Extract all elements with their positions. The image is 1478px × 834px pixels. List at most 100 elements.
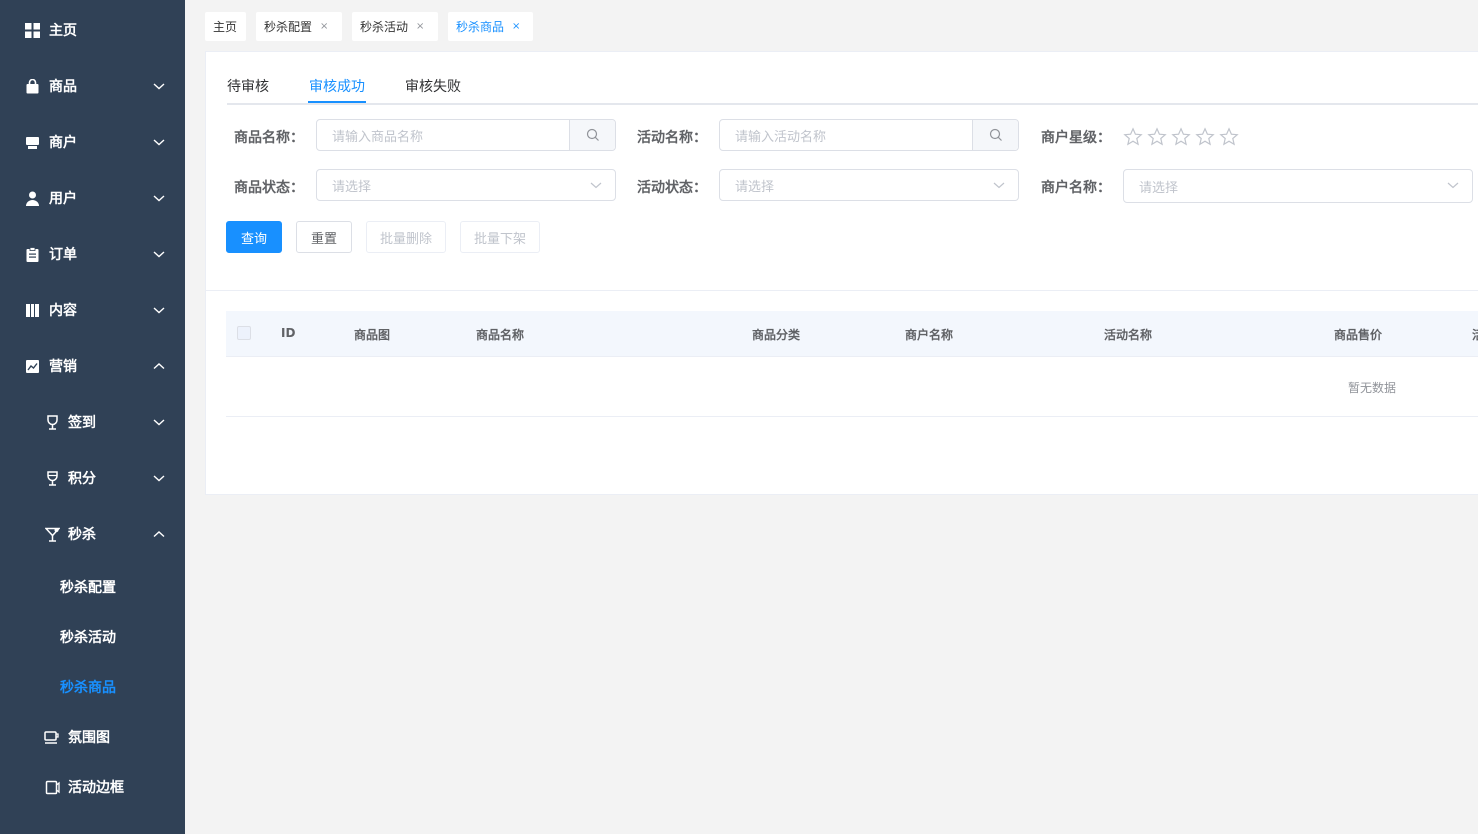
tag-label: 主页 [213,20,238,34]
sidebar-item-seckill-activity[interactable]: 秒杀活动 [0,612,185,662]
tag-seckill-activity[interactable]: 秒杀活动 × [352,12,438,41]
merchant-star-rating[interactable] [1123,127,1239,147]
sidebar-item-points[interactable]: 积分 [0,450,185,506]
chevron-up-icon [153,363,165,370]
tag-label: 秒杀活动 [360,20,409,34]
chevron-down-icon [590,182,602,189]
sidebar-item-label: 秒杀 [68,527,96,543]
activity-name-input[interactable]: 请输入活动名称 [719,119,1019,151]
sidebar-item-label: 订单 [49,247,77,263]
star-icon[interactable] [1195,127,1215,147]
sidebar-item-seckill-product[interactable]: 秒杀商品 [0,662,185,712]
sidebar-item-label: 签到 [68,415,96,431]
sidebar-item-label: 秒杀活动 [60,630,116,646]
main-card: 待审核 审核成功 审核失败 商品名称： 请输入商品名称 活动名称： 请输入活动名… [205,51,1478,495]
sidebar-item-label: 氛围图 [68,730,110,746]
chevron-down-icon [153,83,165,90]
tag-seckill-product[interactable]: 秒杀商品 × [448,12,533,41]
search-icon [989,128,1002,141]
sidebar-item-seckill[interactable]: 秒杀 [0,506,185,562]
sidebar-item-label: 营销 [49,359,77,375]
empty-state-text: 暂无数据 [1348,381,1397,395]
activity-status-select[interactable]: 请选择 [719,169,1019,201]
sidebar-item-content[interactable]: 内容 [0,282,185,338]
sidebar-item-checkin[interactable]: 签到 [0,394,185,450]
sidebar-item-home[interactable]: 主页 [0,2,185,58]
query-button[interactable]: 查询 [226,221,282,253]
user-icon [24,190,40,206]
tag-seckill-config[interactable]: 秒杀配置 × [256,12,342,41]
table-header: ID 商品图 商品名称 商品分类 商户名称 活动名称 商品售价 活 [226,311,1478,357]
chevron-down-icon [153,307,165,314]
select-all-checkbox[interactable] [237,326,251,340]
column-header-product-name: 商品名称 [476,328,525,342]
star-icon[interactable] [1123,127,1143,147]
sidebar-item-label: 商品 [49,79,77,95]
merchant-name-select[interactable]: 请选择 [1123,169,1473,203]
product-name-placeholder: 请输入商品名称 [332,129,424,145]
close-icon[interactable]: × [416,21,424,32]
sidebar-item-label: 商户 [49,135,77,151]
star-icon[interactable] [1219,127,1239,147]
tag-label: 秒杀商品 [456,20,505,34]
sidebar-item-marketing[interactable]: 营销 [0,338,185,394]
frame-icon [44,779,60,795]
product-status-select[interactable]: 请选择 [316,169,616,201]
table-body: 暂无数据 [226,357,1478,417]
close-icon[interactable]: × [320,21,328,32]
sidebar-item-goods[interactable]: 商品 [0,58,185,114]
sidebar-item-label: 秒杀配置 [60,580,116,596]
chevron-up-icon [153,531,165,538]
product-name-input[interactable]: 请输入商品名称 [316,119,616,151]
dashboard-icon [24,22,40,38]
column-header-merchant-name: 商户名称 [905,328,954,342]
merchant-name-label: 商户名称： [1041,180,1111,196]
sidebar-item-order[interactable]: 订单 [0,226,185,282]
sidebar-item-activity-frame[interactable]: 活动边框 [0,762,185,812]
chevron-down-icon [153,139,165,146]
column-header-image: 商品图 [354,328,391,342]
audit-tabs: 待审核 审核成功 审核失败 [227,52,1478,105]
sidebar: 主页 商品 商户 用户 订单 内容 营销 签到 积分 秒杀 秒杀配置 秒杀活动 … [0,0,185,834]
chevron-down-icon [153,475,165,482]
cup-icon [44,729,60,745]
chevron-down-icon [1447,182,1459,189]
column-header-activity-truncated: 活 [1472,326,1478,343]
sidebar-item-label: 积分 [68,471,96,487]
store-icon [24,134,40,150]
tag-home[interactable]: 主页 [205,12,246,41]
reset-button[interactable]: 重置 [296,221,352,253]
goblet-icon [44,414,60,430]
close-icon[interactable]: × [512,21,520,32]
column-header-category: 商品分类 [752,328,801,342]
product-name-label: 商品名称： [234,130,304,146]
sidebar-item-seckill-config[interactable]: 秒杀配置 [0,562,185,612]
search-button[interactable] [972,120,1018,150]
tab-pending[interactable]: 待审核 [227,76,269,96]
batch-delete-button[interactable]: 批量删除 [366,221,446,253]
cocktail-icon [44,526,60,542]
activity-status-label: 活动状态： [637,180,707,196]
merchant-name-placeholder: 请选择 [1139,180,1179,196]
batch-offline-button[interactable]: 批量下架 [460,221,540,253]
tab-approved[interactable]: 审核成功 [309,76,365,96]
chevron-down-icon [153,251,165,258]
book-icon [24,302,40,318]
chevron-down-icon [153,419,165,426]
sidebar-item-label: 主页 [49,23,77,39]
star-icon[interactable] [1171,127,1191,147]
sidebar-item-atmosphere[interactable]: 氛围图 [0,712,185,762]
column-header-price: 商品售价 [1334,328,1383,342]
section-divider [206,290,1478,291]
product-status-label: 商品状态： [234,180,304,196]
active-tab-indicator [308,101,366,103]
sidebar-item-merchant[interactable]: 商户 [0,114,185,170]
sidebar-item-label: 用户 [49,191,77,207]
search-button[interactable] [569,120,615,150]
star-icon[interactable] [1147,127,1167,147]
chevron-down-icon [993,182,1005,189]
sidebar-item-user[interactable]: 用户 [0,170,185,226]
tab-rejected[interactable]: 审核失败 [405,76,461,96]
chart-icon [24,358,40,374]
activity-name-placeholder: 请输入活动名称 [735,129,827,145]
